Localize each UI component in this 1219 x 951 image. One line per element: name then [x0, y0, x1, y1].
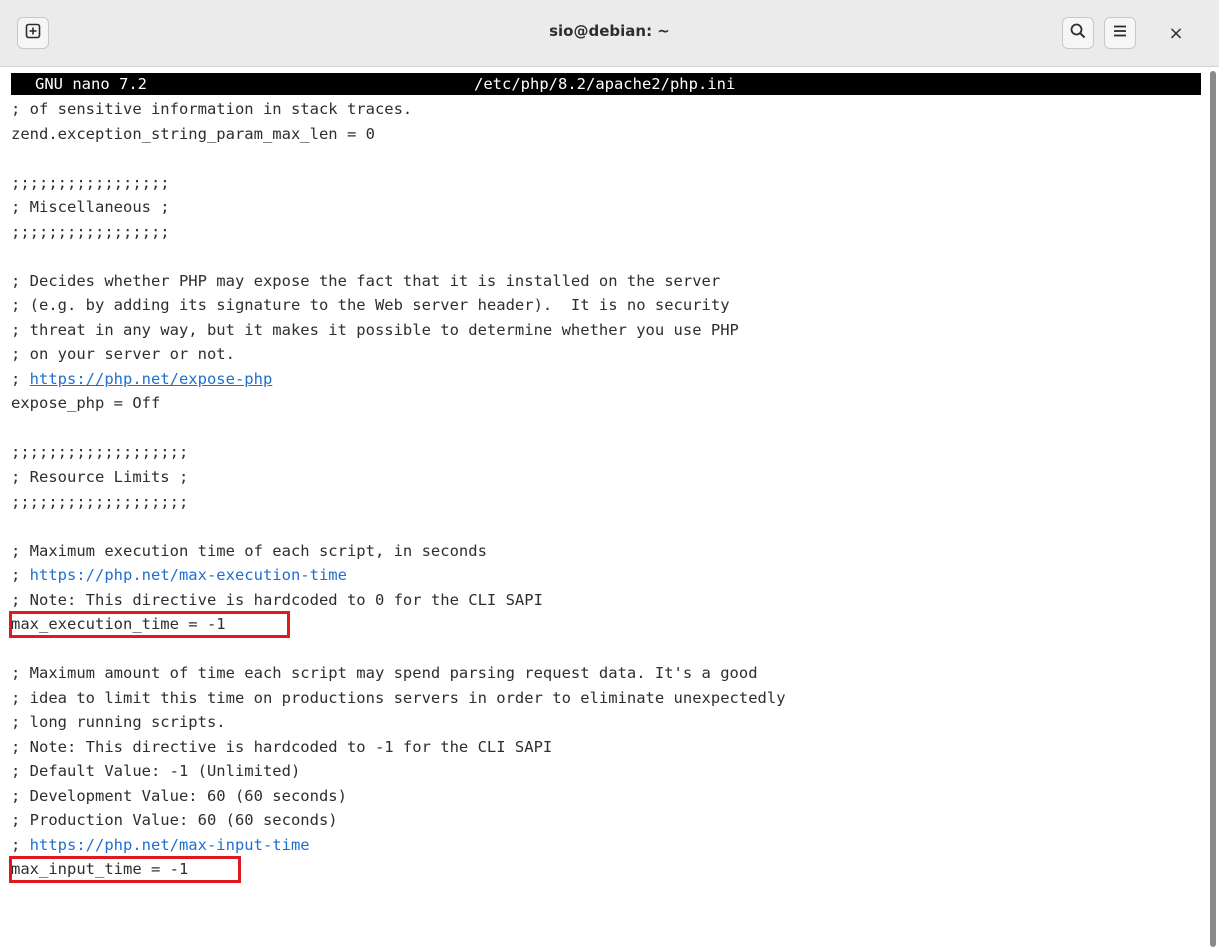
editor-line: ; https://php.net/max-execution-time — [11, 563, 1201, 588]
line-text: ; Miscellaneous ; — [11, 198, 170, 217]
nano-title-bar: GNU nano 7.2 /etc/php/8.2/apache2/php.in… — [11, 73, 1201, 95]
close-icon: × — [1168, 22, 1184, 44]
line-text: ;;;;;;;;;;;;;;;;;;; — [11, 492, 189, 511]
terminal-area[interactable]: GNU nano 7.2 /etc/php/8.2/apache2/php.in… — [0, 67, 1219, 951]
highlighted-directive: max_input_time = -1 — [11, 860, 189, 879]
editor-line: max_input_time = -1 — [9, 856, 1201, 883]
editor-line: ; (e.g. by adding its signature to the W… — [11, 293, 1201, 318]
line-text: ; Note: This directive is hardcoded to 0… — [11, 590, 543, 609]
line-text: ; Decides whether PHP may expose the fac… — [11, 271, 721, 290]
editor-line: ; https://php.net/expose-php — [11, 367, 1201, 392]
window-title: sio@debian: ~ — [549, 22, 670, 40]
editor-line: ; https://php.net/max-input-time — [11, 833, 1201, 858]
editor-line: max_execution_time = -1 — [9, 611, 1201, 638]
editor-content[interactable]: ; of sensitive information in stack trac… — [9, 97, 1201, 883]
editor-line: ; on your server or not. — [11, 342, 1201, 367]
editor-line: ; Note: This directive is hardcoded to 0… — [11, 588, 1201, 613]
line-text: ; Resource Limits ; — [11, 467, 189, 486]
search-button[interactable] — [1062, 17, 1094, 49]
editor-line: ; Miscellaneous ; — [11, 195, 1201, 220]
line-text: ; threat in any way, but it makes it pos… — [11, 320, 739, 339]
editor-line: ; Production Value: 60 (60 seconds) — [11, 808, 1201, 833]
line-text: ; long running scripts. — [11, 713, 226, 732]
line-text: ; Default Value: -1 (Unlimited) — [11, 762, 301, 781]
editor-line: ; Development Value: 60 (60 seconds) — [11, 784, 1201, 809]
doc-link[interactable]: https://php.net/max-input-time — [30, 836, 310, 854]
scrollbar[interactable] — [1207, 67, 1219, 951]
line-text: ; idea to limit this time on productions… — [11, 688, 786, 707]
line-text: ; Production Value: 60 (60 seconds) — [11, 811, 338, 830]
line-text: ; of sensitive information in stack trac… — [11, 100, 413, 118]
line-text: ; Development Value: 60 (60 seconds) — [11, 786, 347, 805]
hamburger-menu-icon — [1112, 23, 1128, 43]
line-text: ; Maximum execution time of each script,… — [11, 541, 487, 560]
editor-line: ;;;;;;;;;;;;;;;;;;; — [11, 490, 1201, 515]
highlighted-directive: max_execution_time = -1 — [11, 615, 226, 634]
line-text: ; (e.g. by adding its signature to the W… — [11, 296, 730, 315]
line-text: zend.exception_string_param_max_len = 0 — [11, 124, 375, 143]
nano-version: GNU nano 7.2 — [35, 75, 147, 93]
editor-line: ; Resource Limits ; — [11, 465, 1201, 490]
doc-link[interactable]: https://php.net/max-execution-time — [30, 566, 347, 584]
line-text: ; on your server or not. — [11, 345, 235, 364]
scrollbar-thumb[interactable] — [1210, 71, 1216, 947]
editor-line: ; idea to limit this time on productions… — [11, 686, 1201, 711]
line-text: expose_php = Off — [11, 394, 161, 413]
editor-line: ; long running scripts. — [11, 710, 1201, 735]
search-icon — [1069, 22, 1087, 44]
comment-prefix: ; — [11, 369, 30, 388]
editor-line: ;;;;;;;;;;;;;;;;;;; — [11, 440, 1201, 465]
editor-line: expose_php = Off — [11, 391, 1201, 416]
line-text: ;;;;;;;;;;;;;;;;; — [11, 173, 170, 192]
editor-line: ;;;;;;;;;;;;;;;;; — [11, 171, 1201, 196]
line-text: ;;;;;;;;;;;;;;;;;;; — [11, 443, 189, 462]
editor-line: ; Decides whether PHP may expose the fac… — [11, 269, 1201, 294]
line-text: ; Maximum amount of time each script may… — [11, 664, 758, 683]
line-text: ;;;;;;;;;;;;;;;;; — [11, 222, 170, 241]
comment-prefix: ; — [11, 835, 30, 854]
editor-line: ; Note: This directive is hardcoded to -… — [11, 735, 1201, 760]
close-button[interactable]: × — [1163, 20, 1189, 46]
comment-prefix: ; — [11, 566, 30, 585]
header-bar: sio@debian: ~ × — [0, 0, 1219, 67]
editor-line: ; Maximum execution time of each script,… — [11, 539, 1201, 564]
editor-line: ; Default Value: -1 (Unlimited) — [11, 759, 1201, 784]
editor-line: ; of sensitive information in stack trac… — [11, 97, 1201, 122]
editor-line: ; Maximum amount of time each script may… — [11, 661, 1201, 686]
editor-line: ;;;;;;;;;;;;;;;;; — [11, 220, 1201, 245]
doc-link[interactable]: https://php.net/expose-php — [30, 370, 273, 388]
terminal-window: sio@debian: ~ × GNU nano 7.2 /etc/php/8.… — [0, 0, 1219, 951]
editor-line: zend.exception_string_param_max_len = 0 — [11, 122, 1201, 147]
editor-line: ; threat in any way, but it makes it pos… — [11, 318, 1201, 343]
menu-button[interactable] — [1104, 17, 1136, 49]
line-text: ; Note: This directive is hardcoded to -… — [11, 737, 553, 756]
nano-file-path: /etc/php/8.2/apache2/php.ini — [474, 75, 736, 93]
